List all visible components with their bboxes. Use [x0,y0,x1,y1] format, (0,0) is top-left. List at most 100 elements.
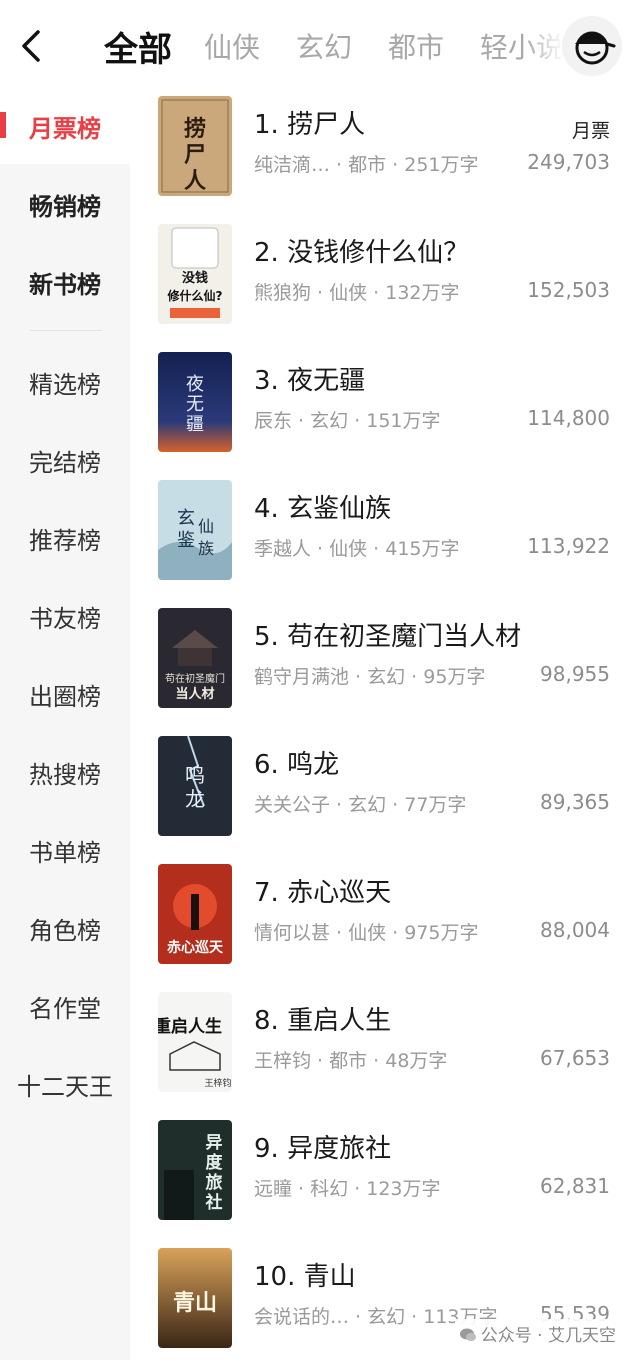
book-cover: 赤心巡天 [158,864,232,964]
top-bar: 全部 仙侠 玄幻 都市 轻小说 [0,0,640,92]
svg-text:无: 无 [186,394,204,415]
svg-text:尸: 尸 [184,143,206,168]
svg-text:族: 族 [198,539,214,558]
monthly-ticket-count: 113,922 [527,534,610,558]
svg-text:旅: 旅 [206,1172,223,1193]
svg-text:仙: 仙 [198,517,214,536]
book-title: 7. 赤心巡天 [254,878,392,908]
sidebar-item-reader-friends[interactable]: 书友榜 [0,599,130,634]
watermark: 公众号 · 艾几天空 [454,1319,620,1348]
book-title: 3. 夜无疆 [254,366,366,396]
svg-text:疆: 疆 [186,414,204,435]
book-cover: 玄 仙 鉴 族 [158,480,232,580]
book-row-5[interactable]: 苟在初圣魔门 当人材 5. 苟在初圣魔门当人材 鹤守月满池 · 玄幻 · 95万… [130,598,640,726]
book-row-7[interactable]: 赤心巡天 7. 赤心巡天 情何以甚 · 仙侠 · 975万字 88,004 [130,854,640,982]
book-title: 9. 异度旅社 [254,1134,392,1164]
svg-text:异: 异 [206,1133,223,1153]
book-title: 4. 玄鉴仙族 [254,494,392,524]
svg-text:重启人生: 重启人生 [158,1016,222,1037]
svg-text:鉴: 鉴 [177,530,195,551]
svg-text:没钱: 没钱 [182,270,208,286]
svg-text:王梓钧: 王梓钧 [204,1077,231,1089]
sidebar-item-booklist[interactable]: 书单榜 [0,833,130,868]
tabs-fade [524,18,564,74]
monthly-ticket-count: 114,800 [527,406,610,430]
book-row-8[interactable]: 重启人生 王梓钧 8. 重启人生 王梓钧 · 都市 · 48万字 67,653 [130,982,640,1110]
book-title: 8. 重启人生 [254,1006,392,1036]
sidebar-item-hall-of-fame[interactable]: 名作堂 [0,989,130,1024]
svg-text:社: 社 [205,1192,223,1213]
book-row-3[interactable]: 夜 无 疆 3. 夜无疆 辰东 · 玄幻 · 151万字 114,800 [130,342,640,470]
book-meta: 纯洁滴… · 都市 · 251万字 [254,154,479,176]
monthly-ticket-count: 67,653 [540,1046,610,1070]
book-row-1[interactable]: 捞 尸 人 1. 捞尸人 纯洁滴… · 都市 · 251万字 249,703 [130,86,640,214]
book-row-6[interactable]: 鸣 龙 6. 鸣龙 关关公子 · 玄幻 · 77万字 89,365 [130,726,640,854]
book-title: 2. 没钱修什么仙？ [254,238,470,268]
svg-text:鸣: 鸣 [185,763,205,787]
svg-text:度: 度 [206,1152,224,1173]
sidebar-item-new-books[interactable]: 新书榜 [0,265,130,300]
book-meta: 情何以甚 · 仙侠 · 975万字 [254,922,479,944]
sidebar-item-monthly-ticket[interactable]: 月票榜 [0,109,130,144]
category-tabs: 全部 仙侠 玄幻 都市 轻小说 [104,18,564,74]
svg-text:修什么仙?: 修什么仙? [167,288,223,303]
svg-text:玄: 玄 [177,508,195,529]
monthly-ticket-count: 62,831 [540,1174,610,1198]
book-cover: 重启人生 王梓钧 [158,992,232,1092]
book-ranking-list: 月票 捞 尸 人 1. 捞尸人 纯洁滴… · 都市 · 251万字 249,70… [130,86,640,1360]
watermark-text: 公众号 · 艾几天空 [480,1326,616,1346]
monthly-ticket-count: 88,004 [540,918,610,942]
book-cover: 异 度 旅 社 [158,1120,232,1220]
book-meta: 季越人 · 仙侠 · 415万字 [254,538,460,560]
sidebar-item-hot-search[interactable]: 热搜榜 [0,755,130,790]
book-meta: 熊狼狗 · 仙侠 · 132万字 [254,282,460,304]
sidebar-item-selected[interactable]: 精选榜 [0,365,130,400]
svg-text:赤心巡天: 赤心巡天 [167,940,224,956]
book-meta: 王梓钧 · 都市 · 48万字 [254,1050,448,1072]
book-cover: 捞 尸 人 [158,96,232,196]
book-row-4[interactable]: 玄 仙 鉴 族 4. 玄鉴仙族 季越人 · 仙侠 · 415万字 113,922 [130,470,640,598]
ranking-sidebar: 月票榜 畅销榜 新书榜 精选榜 完结榜 推荐榜 书友榜 出圈榜 热搜榜 书单榜 … [0,86,130,1360]
book-row-2[interactable]: 没钱 修什么仙? 2. 没钱修什么仙？ 熊狼狗 · 仙侠 · 132万字 152… [130,214,640,342]
book-title: 6. 鸣龙 [254,750,340,780]
svg-text:人: 人 [184,169,206,194]
sidebar-item-twelve-kings[interactable]: 十二天王 [0,1067,130,1102]
avatar-icon [575,31,616,65]
book-title: 5. 苟在初圣魔门当人材 [254,622,522,652]
svg-text:当人材: 当人材 [175,686,214,702]
svg-text:青山: 青山 [173,1291,217,1316]
sidebar-item-recommended[interactable]: 推荐榜 [0,521,130,556]
book-title: 1. 捞尸人 [254,110,366,140]
book-cover: 没钱 修什么仙? [158,224,232,324]
book-cover: 青山 [158,1248,232,1348]
tab-xuanhuan[interactable]: 玄幻 [296,26,352,66]
book-title: 10. 青山 [254,1262,356,1292]
tab-all[interactable]: 全部 [104,22,172,71]
tab-dushi[interactable]: 都市 [388,26,444,66]
chevron-left-icon [22,30,40,62]
book-cover: 鸣 龙 [158,736,232,836]
svg-text:龙: 龙 [185,787,205,811]
wechat-icon [459,1328,476,1341]
monthly-ticket-count: 89,365 [540,790,610,814]
book-meta: 关关公子 · 玄幻 · 77万字 [254,794,467,816]
sidebar-item-completed[interactable]: 完结榜 [0,443,130,478]
sidebar-item-bestseller[interactable]: 畅销榜 [0,187,130,222]
monthly-ticket-count: 98,955 [540,662,610,686]
svg-text:苟在初圣魔门: 苟在初圣魔门 [165,672,225,685]
book-cover: 夜 无 疆 [158,352,232,452]
back-button[interactable] [14,24,54,68]
monthly-ticket-count: 249,703 [527,150,610,174]
tab-xianxia[interactable]: 仙侠 [204,26,260,66]
monthly-ticket-count: 152,503 [527,278,610,302]
sidebar-divider [30,330,102,331]
book-meta: 鹤守月满池 · 玄幻 · 95万字 [254,666,486,688]
book-meta: 远瞳 · 科幻 · 123万字 [254,1178,441,1200]
book-row-9[interactable]: 异 度 旅 社 9. 异度旅社 远瞳 · 科幻 · 123万字 62,831 [130,1110,640,1238]
sidebar-item-character[interactable]: 角色榜 [0,911,130,946]
book-cover: 苟在初圣魔门 当人材 [158,608,232,708]
sidebar-item-breakout[interactable]: 出圈榜 [0,677,130,712]
book-meta: 辰东 · 玄幻 · 151万字 [254,410,441,432]
avatar-button[interactable] [562,16,622,76]
svg-text:捞: 捞 [184,117,206,142]
